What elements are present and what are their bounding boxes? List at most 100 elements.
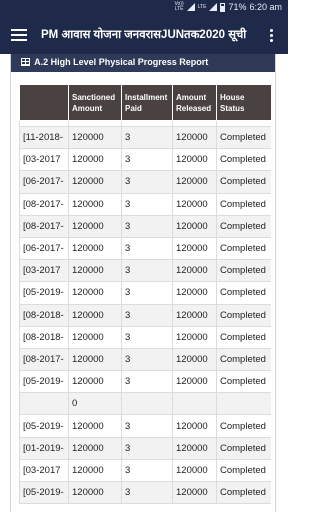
panel-heading: A.2 High Level Physical Progress Report: [11, 54, 275, 72]
cell-house-status: [216, 392, 271, 416]
cell-sanctioned-amount: 120000: [68, 259, 122, 283]
cell-sanctioned-amount: 120000: [68, 303, 122, 327]
table-row: 03-2017] 120000 3 120000 Completed: [19, 259, 271, 283]
cell-house-status: Completed: [216, 170, 271, 194]
table-icon: [21, 58, 30, 66]
menu-icon[interactable]: [11, 29, 27, 41]
cell-installment-paid: 3: [121, 125, 173, 150]
cell-installment-paid: 3: [121, 214, 173, 238]
cell-house-status: Completed: [216, 458, 271, 483]
panel-heading-text: A.2 High Level Physical Progress Report: [34, 57, 209, 67]
cell-sanctioned-amount: 120000: [68, 414, 122, 438]
app-title: PM आवास योजना जनवरासJUNतक2020 सूची: [41, 29, 247, 41]
table-row: -05-2019] 120000 3 120000 Completed: [19, 281, 271, 305]
cell-date: -05-2019]: [19, 281, 69, 305]
cell-installment-paid: 3: [121, 281, 173, 305]
cell-sanctioned-amount: 120000: [68, 458, 122, 483]
header-amount-released[interactable]: Amount Released: [172, 84, 217, 121]
cell-date: 03-2017]: [19, 259, 69, 283]
cell-amount-released: 120000: [172, 414, 217, 438]
cell-installment-paid: 3: [121, 347, 173, 372]
signal-icon: [186, 3, 195, 11]
cell-house-status: Completed: [216, 236, 271, 261]
app-bar: PM आवास योजना जनवरासJUNतक2020 सूची: [0, 16, 288, 54]
cell-sanctioned-amount: 120000: [68, 436, 122, 460]
table-row: 03-2017] 120000 3 120000 Completed: [19, 148, 271, 172]
more-options-icon[interactable]: [270, 29, 274, 43]
cell-amount-released: 120000: [172, 214, 217, 238]
cell-date: -01-2019]: [19, 436, 69, 460]
cell-date: -08-2017]: [19, 347, 69, 372]
cell-house-status: Completed: [216, 436, 271, 460]
cell-date: -08-2017]: [19, 214, 69, 238]
cell-amount-released: 120000: [172, 303, 217, 327]
cell-amount-released: 120000: [172, 480, 217, 505]
table-row: -11-2018] 120000 3 120000 Completed: [19, 125, 271, 150]
table-row: 0: [19, 392, 271, 416]
cell-installment-paid: 3: [121, 148, 173, 172]
cell-date: 03-2017]: [19, 458, 69, 483]
battery-percent: 71%: [228, 2, 247, 12]
battery-icon: [220, 2, 226, 12]
header-house-status[interactable]: House Status: [216, 84, 271, 121]
cell-date: -08-2018]: [19, 325, 69, 349]
cell-sanctioned-amount: 120000: [68, 325, 122, 349]
cell-installment-paid: 3: [121, 414, 173, 438]
cell-amount-released: 120000: [172, 281, 217, 305]
cell-date: -05-2019]: [19, 414, 69, 438]
cell-amount-released: 120000: [172, 370, 217, 394]
cell-date: -11-2018]: [19, 125, 69, 150]
cell-house-status: Completed: [216, 125, 271, 150]
header-installment-paid[interactable]: Installment Paid: [121, 84, 173, 121]
clock: 6:20 am: [249, 2, 282, 12]
cell-installment-paid: 3: [121, 170, 173, 194]
cell-house-status: Completed: [216, 414, 271, 438]
table-row: -05-2019] 120000 3 120000 Completed: [19, 370, 271, 394]
progress-table: Sanctioned Amount Installment Paid Amoun…: [19, 84, 271, 505]
cell-installment-paid: 3: [121, 192, 173, 216]
table-row: -08-2017] 120000 3 120000 Completed: [19, 214, 271, 238]
report-panel: A.2 High Level Physical Progress Report …: [10, 54, 276, 512]
table-row: -08-2018] 120000 3 120000 Completed: [19, 303, 271, 327]
cell-date: -05-2019]: [19, 480, 69, 505]
cell-sanctioned-amount: 120000: [68, 170, 122, 194]
table-header-row: Sanctioned Amount Installment Paid Amoun…: [19, 84, 271, 121]
cell-sanctioned-amount: 0: [68, 392, 122, 416]
cell-amount-released: 120000: [172, 259, 217, 283]
table-row: -05-2019] 120000 3 120000 Completed: [19, 480, 271, 505]
status-bar: Vo)) LTE LTE 71% 6:20 am: [0, 0, 288, 16]
cell-installment-paid: 3: [121, 458, 173, 483]
cell-house-status: Completed: [216, 259, 271, 283]
cell-sanctioned-amount: 120000: [68, 192, 122, 216]
header-date[interactable]: [19, 84, 69, 121]
cell-house-status: Completed: [216, 281, 271, 305]
cell-amount-released: 120000: [172, 325, 217, 349]
cell-installment-paid: 3: [121, 236, 173, 261]
lte-indicator: LTE: [198, 4, 207, 10]
cell-installment-paid: 3: [121, 303, 173, 327]
table-scroll-area[interactable]: Sanctioned Amount Installment Paid Amoun…: [19, 84, 271, 512]
signal-icon-2: [209, 3, 218, 11]
table-row: -08-2018] 120000 3 120000 Completed: [19, 325, 271, 349]
cell-sanctioned-amount: 120000: [68, 214, 122, 238]
table-row: -08-2017] 120000 3 120000 Completed: [19, 192, 271, 216]
cell-house-status: Completed: [216, 347, 271, 372]
cell-sanctioned-amount: 120000: [68, 125, 122, 150]
cell-date: 03-2017]: [19, 148, 69, 172]
cell-amount-released: 120000: [172, 148, 217, 172]
cell-date: -06-2017]: [19, 170, 69, 194]
cell-house-status: Completed: [216, 192, 271, 216]
cell-installment-paid: 3: [121, 480, 173, 505]
cell-amount-released: [172, 392, 217, 416]
cell-amount-released: 120000: [172, 192, 217, 216]
header-sanctioned-amount[interactable]: Sanctioned Amount: [68, 84, 122, 121]
table-row: -06-2017] 120000 3 120000 Completed: [19, 236, 271, 261]
cell-date: -08-2018]: [19, 303, 69, 327]
cell-installment-paid: 3: [121, 436, 173, 460]
cell-house-status: Completed: [216, 303, 271, 327]
cell-amount-released: 120000: [172, 170, 217, 194]
cell-date: -08-2017]: [19, 192, 69, 216]
status-icons: Vo)) LTE LTE 71% 6:20 am: [174, 2, 282, 13]
cell-house-status: Completed: [216, 480, 271, 505]
table-row: -06-2017] 120000 3 120000 Completed: [19, 170, 271, 194]
